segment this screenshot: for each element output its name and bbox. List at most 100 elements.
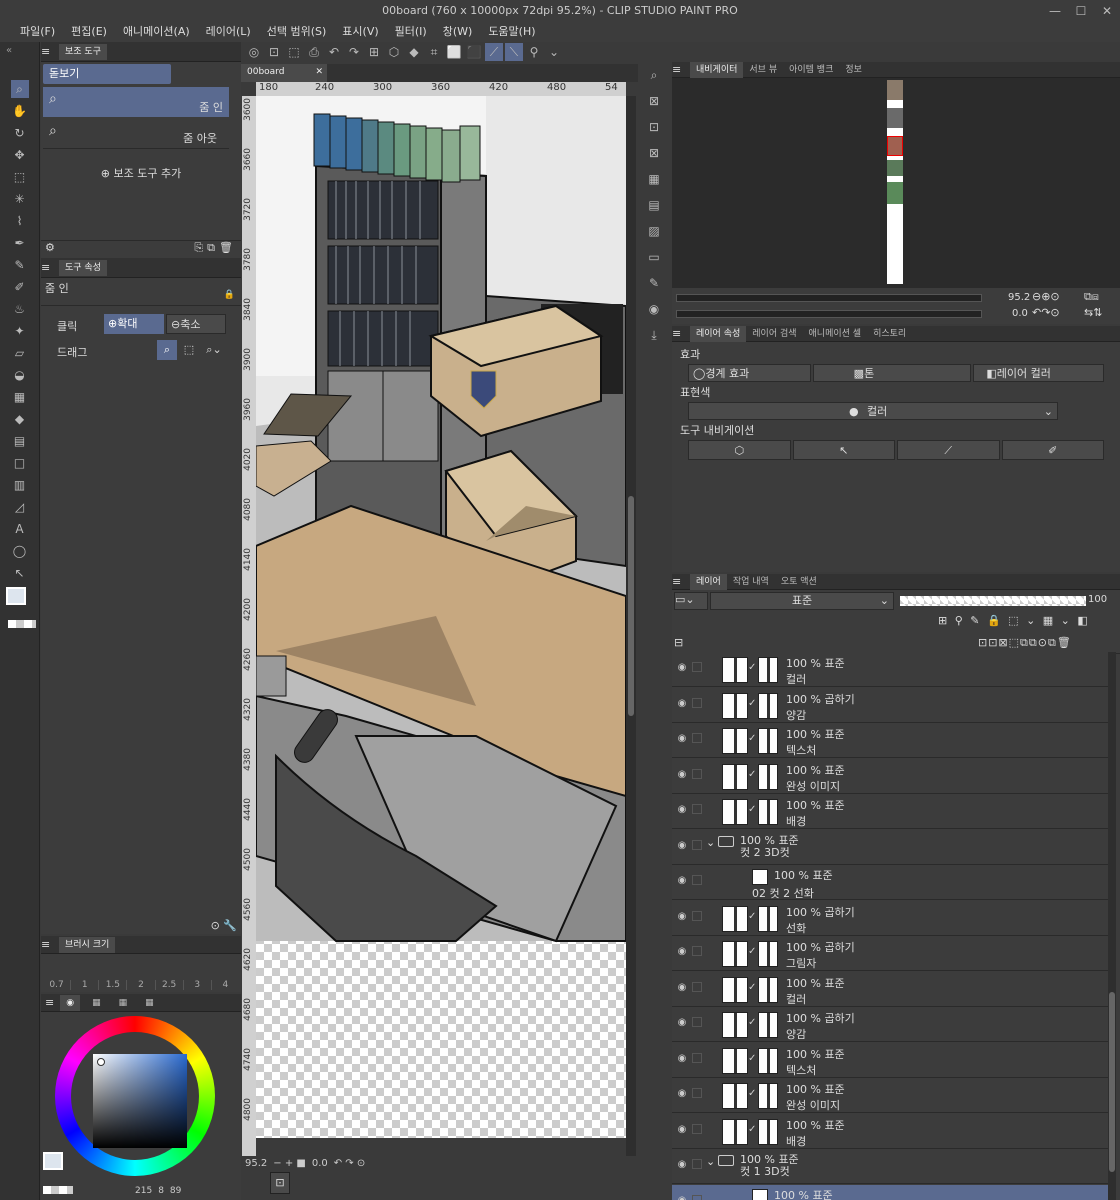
nav-zoom-buttons[interactable]: ⊖⊕⊙: [1032, 290, 1060, 303]
eye-icon[interactable]: ◉: [676, 1088, 688, 1100]
layer-toggle-icon[interactable]: ▭⌄: [674, 592, 708, 610]
eye-icon[interactable]: ◉: [676, 733, 688, 745]
tab-autoaction[interactable]: 오토 액션: [775, 574, 823, 590]
opacity-value[interactable]: 100: [1088, 594, 1107, 605]
lock-toggle[interactable]: [692, 1194, 702, 1200]
tone-button[interactable]: ▩톤: [812, 364, 972, 382]
snap-point-icon[interactable]: ⚲: [525, 43, 543, 61]
eye-icon[interactable]: ◉: [676, 946, 688, 958]
lock-toggle[interactable]: [692, 804, 702, 814]
download-icon[interactable]: ⤓: [645, 326, 663, 344]
grid-tool-icon[interactable]: ▦: [11, 388, 29, 406]
panel-menu-icon[interactable]: ≡: [45, 996, 54, 1009]
layer-color-button[interactable]: ◧레이어 컬러: [973, 364, 1105, 382]
move-tool-icon[interactable]: ✥: [11, 146, 29, 164]
selection-tool-icon[interactable]: ⬚: [11, 168, 29, 186]
frame-tool-icon[interactable]: ▥: [11, 476, 29, 494]
tab-layerprop[interactable]: 레이어 속성: [690, 325, 747, 342]
eye-icon[interactable]: ◉: [676, 769, 688, 781]
drag-rect-option[interactable]: ⬚: [179, 340, 199, 360]
layer-row[interactable]: ◉ ✓ 100 % 곱하기 양감: [672, 1007, 1112, 1042]
maximize-icon[interactable]: ☐: [1068, 0, 1094, 22]
lock-toggle[interactable]: [692, 1123, 702, 1134]
lock-toggle[interactable]: [692, 768, 702, 779]
nav-zoom-slider[interactable]: [676, 294, 982, 302]
decoration-icon[interactable]: ✦: [11, 322, 29, 340]
brush-size-option[interactable]: 2.5: [156, 980, 184, 990]
lock-toggle[interactable]: [692, 1052, 702, 1063]
correct-line-icon[interactable]: ↖: [11, 564, 29, 582]
layer-row[interactable]: ◉ ✓ 100 % 표준 텍스처: [672, 723, 1112, 758]
navigator-preview[interactable]: [672, 78, 1120, 288]
layer-row[interactable]: ◉ ✓ 100 % 표준 배경: [672, 1113, 1112, 1149]
border-effect-button[interactable]: ◯경계 효과: [688, 364, 811, 382]
layer-folder-row[interactable]: ◉ ⌄ 100 % 표준 컷 2 3D컷: [672, 829, 1112, 865]
color-wheel-tab-icon[interactable]: ◉: [60, 994, 81, 1011]
main-color-icon[interactable]: [6, 587, 26, 605]
color-picker-handle[interactable]: [97, 1058, 105, 1066]
lock-toggle[interactable]: [692, 662, 702, 672]
nav-flip-icons[interactable]: ⇆⇅: [1084, 306, 1102, 319]
lock-toggle[interactable]: [692, 697, 702, 708]
lock-toggle[interactable]: [692, 733, 702, 743]
lock-toggle[interactable]: [692, 946, 702, 956]
fill-tool-icon[interactable]: ◆: [11, 410, 29, 428]
eye-icon[interactable]: ◉: [676, 982, 688, 994]
panel-menu-icon[interactable]: ≡: [672, 575, 690, 588]
redo-icon[interactable]: ↷: [345, 43, 363, 61]
transform-icon[interactable]: ⬡: [385, 43, 403, 61]
menu-selection[interactable]: 선택 범위(S): [259, 22, 335, 42]
opacity-slider[interactable]: [900, 596, 1086, 606]
edit-icon[interactable]: ✎: [645, 274, 663, 292]
chevron-down-icon[interactable]: ⌄: [706, 1155, 715, 1168]
blend-tool-icon[interactable]: ◒: [11, 366, 29, 384]
color-square[interactable]: [93, 1054, 187, 1148]
tab-info[interactable]: 정보: [839, 62, 868, 78]
brush-size-option[interactable]: 0.7: [43, 980, 72, 990]
layer-tool-icons[interactable]: ⊞ ⚲ ✎ 🔒 ⬚ ⌄ ▦ ⌄ ◧: [938, 614, 1090, 627]
shape-tool-icon[interactable]: □: [11, 454, 29, 472]
transparent-color-icon[interactable]: [8, 620, 36, 628]
eyedropper-icon[interactable]: ⌇: [11, 212, 29, 230]
layer-row[interactable]: ◉ ✓ 100 % 표준 완성 이미지: [672, 758, 1112, 794]
transparent-swatch[interactable]: [43, 1186, 73, 1194]
panel-menu-icon[interactable]: ≡: [41, 45, 59, 58]
zoom-out-option[interactable]: ⊖축소: [166, 314, 226, 334]
collapse-icon[interactable]: «: [0, 42, 39, 60]
snap-grid-icon[interactable]: ⟍: [505, 43, 523, 61]
ruler-tool-icon[interactable]: ◿: [11, 498, 29, 516]
tab-subview[interactable]: 서브 뷰: [743, 62, 783, 78]
layer-folder-row[interactable]: ◉ ⌄ 100 % 표준 컷 1 3D컷: [672, 1149, 1112, 1184]
settings-icon[interactable]: ⚙: [45, 241, 55, 258]
layer-menu-icon[interactable]: ⊟: [674, 636, 683, 649]
gradient-tool-icon[interactable]: ▤: [11, 432, 29, 450]
layer-row[interactable]: ◉ ✓ 100 % 표준 텍스처: [672, 1042, 1112, 1078]
lock-toggle[interactable]: [692, 910, 702, 921]
subtool-zoom-in[interactable]: ⌕ 줌 인: [43, 87, 229, 117]
crop-icon[interactable]: ⌗: [425, 43, 443, 61]
search-icon[interactable]: ⌕: [645, 66, 663, 84]
rotate-icons[interactable]: ↶ ↷ ⊙: [334, 1158, 366, 1169]
canvas-scrollbar[interactable]: [626, 96, 636, 1156]
panel-menu-icon[interactable]: ≡: [41, 938, 59, 951]
tab-brushsize[interactable]: 브러시 크기: [59, 936, 116, 953]
chart-icon[interactable]: ▨: [645, 222, 663, 240]
eye-icon[interactable]: ◉: [676, 662, 688, 674]
menu-view[interactable]: 표시(V): [334, 22, 386, 42]
layer-row[interactable]: ◉ ✓ 100 % 곱하기 양감: [672, 687, 1112, 723]
layer-row[interactable]: ◉ ✓ 100 % 표준 완성 이미지: [672, 1078, 1112, 1113]
hand-tool-icon[interactable]: ✋: [11, 102, 29, 120]
menu-edit[interactable]: 편집(E): [63, 22, 115, 42]
subtool-zoom-out[interactable]: ⌕ 줌 아웃: [43, 119, 229, 149]
new-file-icon[interactable]: ⊡: [265, 43, 283, 61]
toolnav-button[interactable]: ⟋: [897, 440, 1000, 460]
tab-animcel[interactable]: 애니메이션 셀: [803, 326, 868, 342]
toolnav-button[interactable]: ⬡: [688, 440, 791, 460]
tab-layersearch[interactable]: 레이어 검색: [746, 326, 802, 342]
grid-icon[interactable]: ▦: [645, 170, 663, 188]
eye-icon[interactable]: ◉: [676, 875, 688, 887]
lock-toggle[interactable]: [692, 1017, 702, 1027]
panel-menu-icon[interactable]: ≡: [672, 63, 690, 76]
menu-window[interactable]: 창(W): [435, 22, 481, 42]
layer-row[interactable]: ◉ ✓ 100 % 표준 컬러: [672, 971, 1112, 1007]
